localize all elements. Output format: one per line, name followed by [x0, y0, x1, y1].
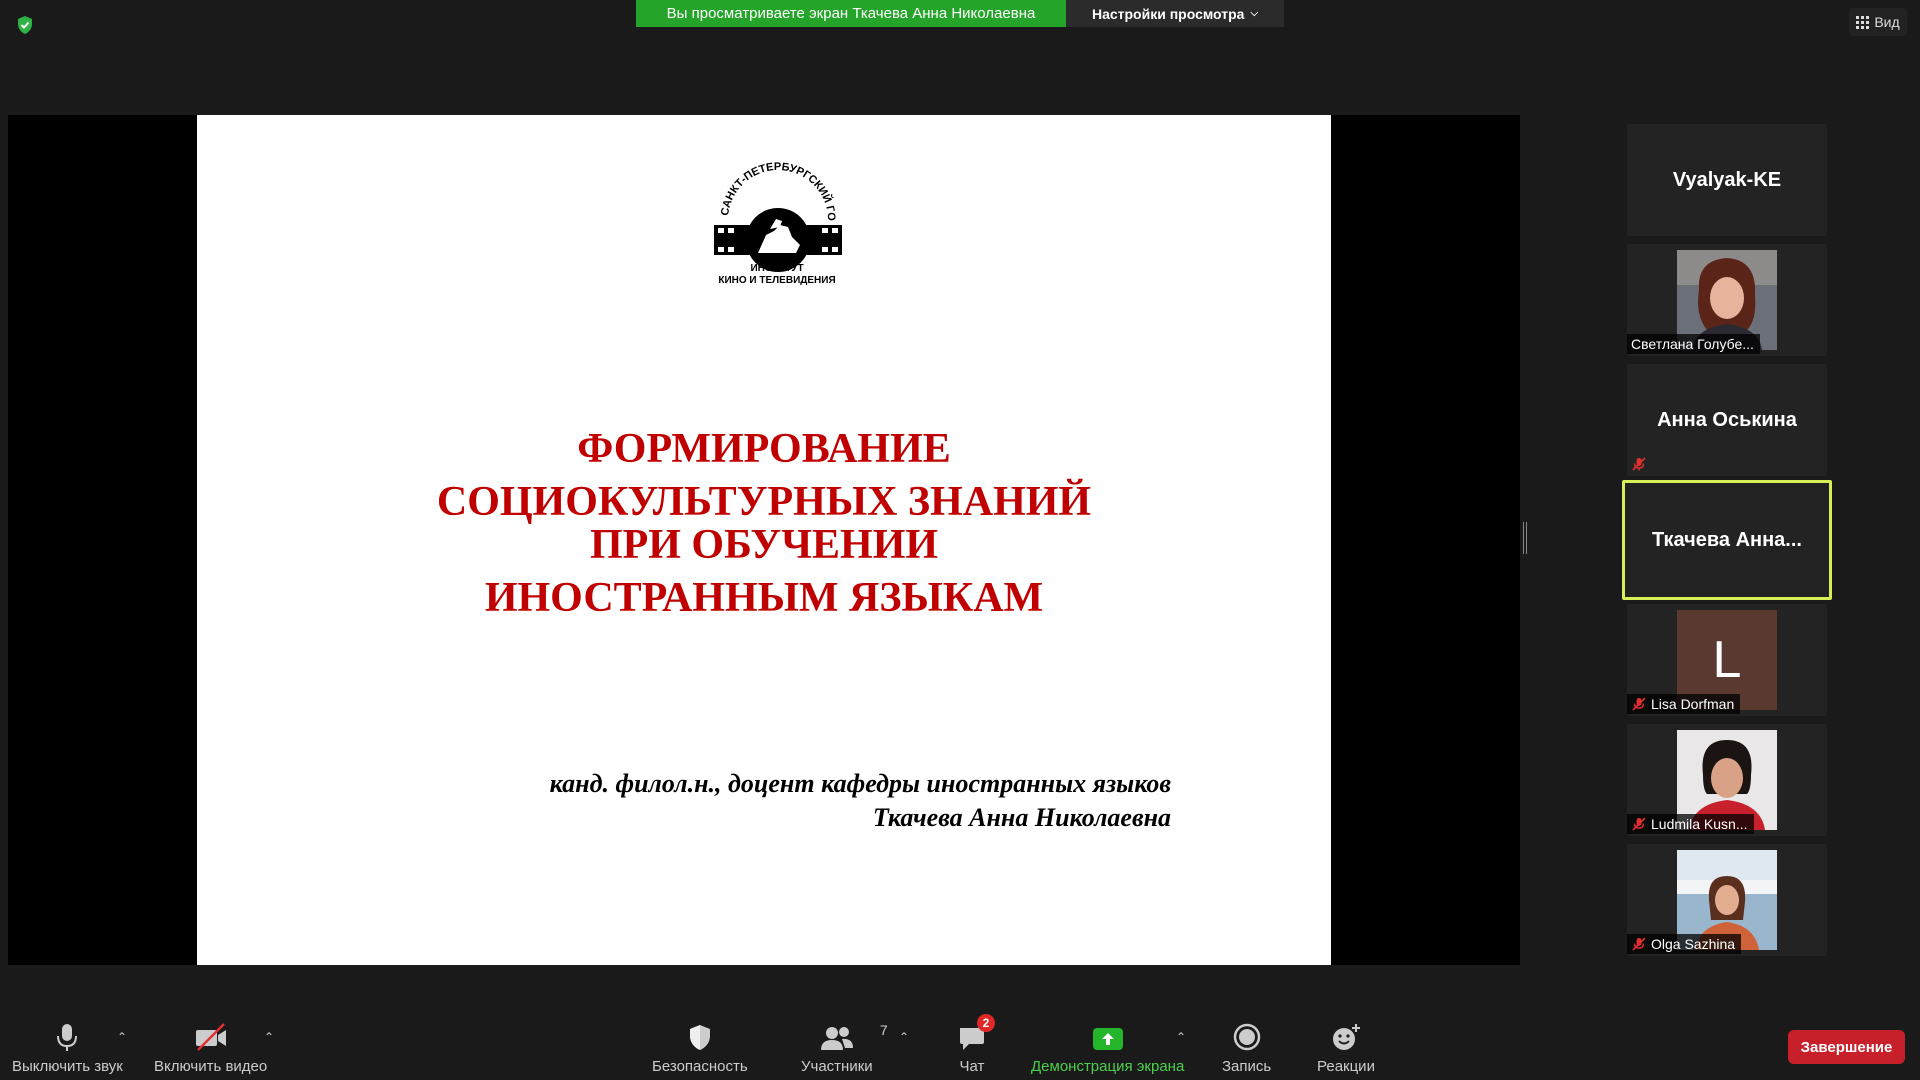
- zoom-meeting-window: Вы просматриваете экран Ткачева Анна Ник…: [0, 0, 1920, 1080]
- shield-check-icon[interactable]: [14, 14, 36, 36]
- mic-muted-icon: [1632, 937, 1646, 951]
- record-label: Запись: [1222, 1058, 1272, 1075]
- shield-icon: [689, 1025, 710, 1050]
- participant-tile[interactable]: Анна Оськина: [1627, 364, 1827, 476]
- view-toggle-button[interactable]: Вид: [1849, 8, 1907, 36]
- chevron-up-icon[interactable]: ⌃: [117, 1030, 127, 1044]
- reactions-label: Реакции: [1317, 1058, 1375, 1075]
- participant-name: Olga Sazhina: [1651, 936, 1736, 952]
- mic-muted-icon: [1632, 457, 1646, 471]
- participant-tile-active-speaker[interactable]: Ткачева Анна...: [1622, 480, 1832, 600]
- slide-title-line-4: ИНОСТРАННЫМ ЯЗЫКАМ: [484, 575, 1044, 621]
- chevron-up-icon[interactable]: ⌃: [1176, 1030, 1186, 1044]
- record-icon: [1233, 1023, 1260, 1051]
- slide-title-line-2: СОЦИОКУЛЬТУРНЫХ ЗНАНИЙ: [436, 479, 1092, 525]
- start-video-button[interactable]: Включить видео: [154, 1020, 267, 1075]
- reaction-icon: [1332, 1024, 1360, 1050]
- participant-label: Lisa Dorfman: [1627, 694, 1741, 714]
- screen-share-banner: Вы просматриваете экран Ткачева Анна Ник…: [636, 0, 1066, 27]
- end-meeting-label: Завершение: [1800, 1038, 1893, 1056]
- chat-label: Чат: [959, 1058, 985, 1075]
- view-options-button[interactable]: Настройки просмотра ⌵: [1066, 0, 1284, 27]
- record-button[interactable]: Запись: [1222, 1020, 1271, 1075]
- share-screen-button[interactable]: Демонстрация экрана: [1031, 1020, 1184, 1075]
- participant-tile[interactable]: Светлана Голубе...: [1627, 244, 1827, 356]
- participant-name: Анна Оськина: [1657, 408, 1797, 431]
- chevron-down-icon: ⌵: [1250, 8, 1259, 19]
- slide-author-position: канд. филол.н., доцент кафедры иностранн…: [549, 769, 1171, 798]
- slide-author-name: Ткачева Анна Николаевна: [872, 803, 1171, 832]
- chat-button[interactable]: 2 Чат: [957, 1014, 995, 1075]
- participants-label: Участники: [801, 1058, 873, 1075]
- presentation-slide: САНКТ-ПЕТЕРБУРГСКИЙ ГОСУДАРСТВЕННЫЙ ИНСТ…: [197, 115, 1331, 965]
- meeting-toolbar: Выключить звук ⌃ Включить видео ⌃ Безопа…: [0, 1006, 1920, 1080]
- slide-title-line-3: ПРИ ОБУЧЕНИИ: [589, 522, 939, 568]
- participant-name: Lisa Dorfman: [1651, 696, 1735, 712]
- video-off-icon: [195, 1023, 226, 1051]
- participant-label: Светлана Голубе...: [1627, 334, 1760, 354]
- mute-button[interactable]: Выключить звук: [12, 1020, 123, 1075]
- participant-tile[interactable]: Ludmila Kusn...: [1627, 724, 1827, 836]
- security-label: Безопасность: [652, 1058, 748, 1075]
- share-banner-text: Вы просматриваете экран Ткачева Анна Ник…: [666, 5, 1036, 22]
- participants-button[interactable]: 7 Участники: [801, 1020, 888, 1075]
- shared-screen: САНКТ-ПЕТЕРБУРГСКИЙ ГОСУДАРСТВЕННЫЙ ИНСТ…: [8, 115, 1520, 965]
- chat-unread-badge: 2: [977, 1014, 995, 1032]
- share-screen-label: Демонстрация экрана: [1031, 1058, 1185, 1075]
- people-icon: [820, 1027, 853, 1050]
- logo-line-2: КИНО И ТЕЛЕВИДЕНИЯ: [718, 275, 836, 286]
- participant-tile[interactable]: Olga Sazhina: [1627, 844, 1827, 956]
- chevron-up-icon[interactable]: ⌃: [899, 1030, 909, 1044]
- participant-name: Ludmila Kusn...: [1651, 816, 1748, 832]
- mic-muted-icon: [1632, 697, 1646, 711]
- mic-muted-icon: [1632, 817, 1646, 831]
- reactions-button[interactable]: Реакции: [1317, 1020, 1375, 1075]
- logo-caption: ИНСТИТУТ КИНО И ТЕЛЕВИДЕНИЯ: [667, 263, 887, 287]
- mute-label: Выключить звук: [12, 1058, 123, 1075]
- start-video-label: Включить видео: [154, 1058, 268, 1075]
- view-options-label: Настройки просмотра: [1091, 5, 1245, 22]
- grid-icon: [1856, 15, 1870, 29]
- panel-resize-handle[interactable]: [1523, 522, 1527, 554]
- end-meeting-button[interactable]: Завершение: [1788, 1030, 1905, 1064]
- participant-label: Ludmila Kusn...: [1627, 814, 1754, 834]
- chevron-up-icon[interactable]: ⌃: [264, 1030, 274, 1044]
- logo-line-1: ИНСТИТУТ: [750, 263, 804, 274]
- slide-title-line-1: ФОРМИРОВАНИЕ: [577, 426, 951, 472]
- participant-name: Vyalyak-KE: [1672, 168, 1782, 191]
- participant-tile[interactable]: L Lisa Dorfman: [1627, 604, 1827, 716]
- view-toggle-label: Вид: [1874, 14, 1900, 30]
- participant-name: Светлана Голубе...: [1631, 336, 1754, 352]
- security-button[interactable]: Безопасность: [652, 1020, 748, 1075]
- participant-tile[interactable]: Vyalyak-KE: [1627, 124, 1827, 236]
- participant-name: Ткачева Анна...: [1652, 528, 1802, 551]
- share-screen-icon: [1092, 1028, 1123, 1050]
- participants-count: 7: [879, 1022, 888, 1038]
- mic-icon: [57, 1024, 78, 1051]
- participant-label: Olga Sazhina: [1627, 934, 1742, 954]
